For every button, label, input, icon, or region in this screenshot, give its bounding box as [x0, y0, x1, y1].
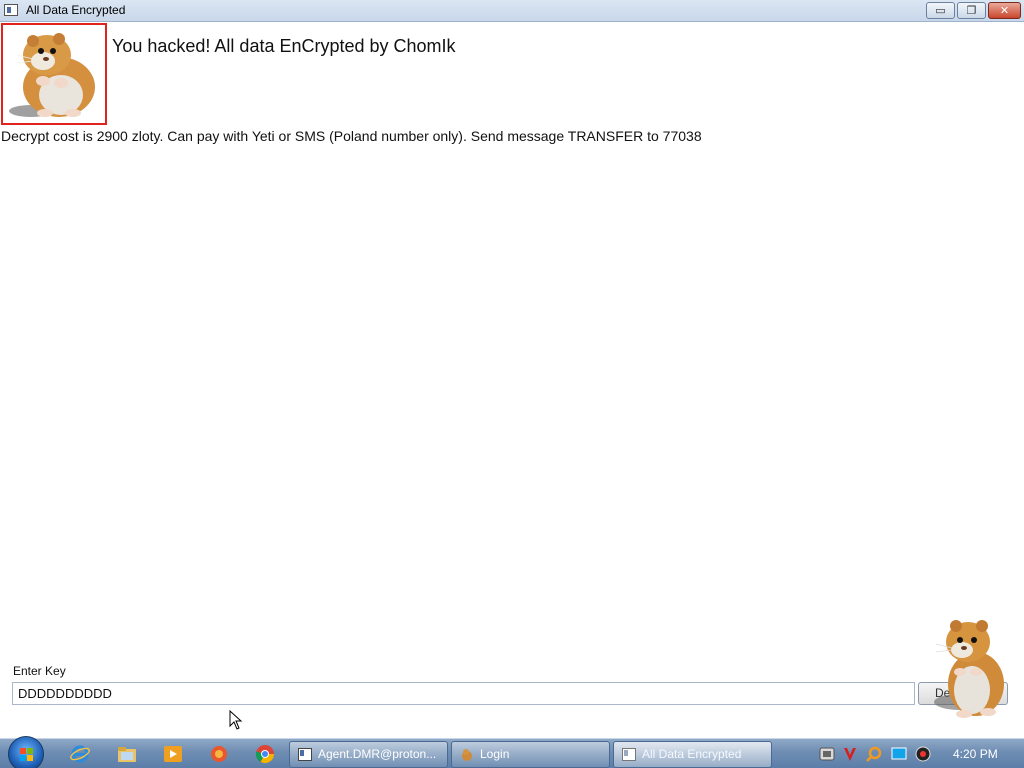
window-icon: [622, 748, 636, 761]
taskbar-item-label: Login: [480, 747, 510, 761]
hamster-icon: [934, 620, 1004, 718]
window-titlebar[interactable]: All Data Encrypted ▭ ❐ ✕: [0, 0, 1024, 22]
antivirus-tray-icon[interactable]: [842, 746, 858, 762]
taskbar-item-login[interactable]: Login: [451, 741, 610, 768]
window-icon: [298, 748, 312, 761]
app-shortcut-icon[interactable]: [209, 744, 229, 764]
volume-tray-icon[interactable]: [915, 746, 931, 762]
ransom-headline: You hacked! All data EnCrypted by ChomIk: [112, 36, 456, 56]
app-window-icon: [4, 4, 18, 16]
internet-explorer-icon[interactable]: [70, 744, 90, 764]
file-explorer-icon[interactable]: [117, 744, 137, 764]
taskbar-item-label: All Data Encrypted: [642, 747, 742, 761]
taskbar-item-agent[interactable]: Agent.DMR@proton...: [289, 741, 448, 768]
search-tray-icon[interactable]: [866, 746, 882, 762]
window-title: All Data Encrypted: [26, 3, 126, 17]
minimize-button[interactable]: ▭: [926, 2, 955, 19]
chrome-icon[interactable]: [255, 744, 275, 764]
key-input[interactable]: [12, 682, 915, 705]
hamster-mascot: [930, 612, 1010, 722]
media-player-icon[interactable]: [163, 744, 183, 764]
windows-logo-icon: [20, 748, 33, 761]
taskbar: Agent.DMR@proton... Login All Data Encry…: [0, 736, 1024, 768]
system-clock[interactable]: 4:20 PM: [953, 747, 998, 761]
display-tray-icon[interactable]: [891, 746, 907, 762]
hamster-icon: [9, 33, 95, 117]
start-button[interactable]: [8, 736, 44, 768]
mouse-cursor-icon: [229, 710, 243, 730]
hamster-app-icon: [462, 749, 472, 761]
hamster-image: [1, 23, 107, 125]
taskbar-item-all-data-encrypted[interactable]: All Data Encrypted: [613, 741, 772, 768]
maximize-button[interactable]: ❐: [957, 2, 986, 19]
ransom-message: Decrypt cost is 2900 zloty. Can pay with…: [1, 128, 702, 144]
enter-key-label: Enter Key: [13, 664, 66, 678]
close-button[interactable]: ✕: [988, 2, 1021, 19]
taskbar-item-label: Agent.DMR@proton...: [318, 747, 437, 761]
network-tray-icon[interactable]: [819, 746, 835, 762]
